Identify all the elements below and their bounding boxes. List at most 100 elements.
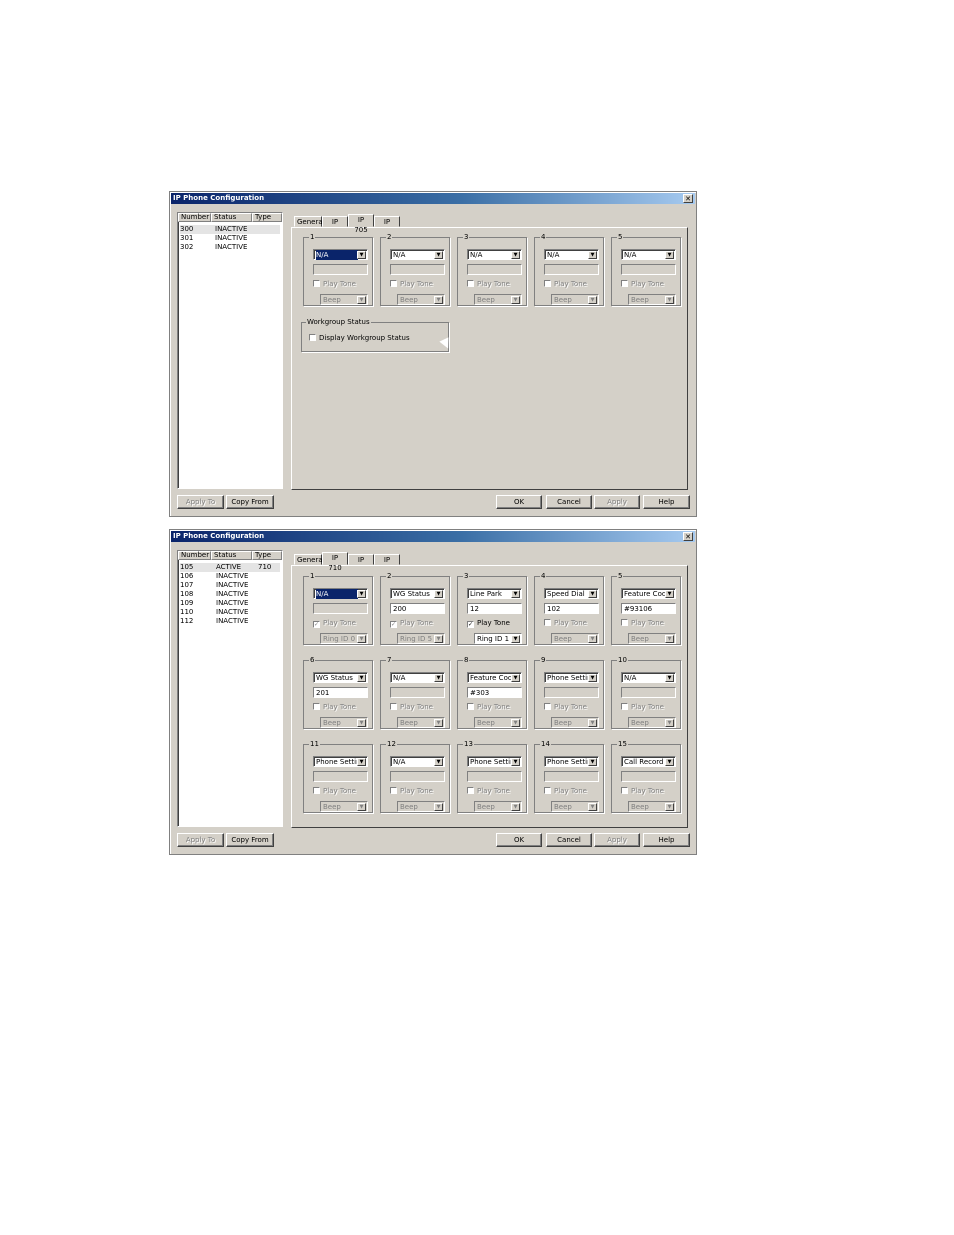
table-row[interactable]: 109 INACTIVE xyxy=(180,599,280,608)
feature-dropdown[interactable]: N/A ▼ xyxy=(390,756,445,767)
chevron-down-icon[interactable]: ▼ xyxy=(357,674,366,682)
tab-ip-600[interactable]: IP 600 xyxy=(374,554,400,574)
table-row[interactable]: 107 INACTIVE xyxy=(180,581,280,590)
chevron-down-icon[interactable]: ▼ xyxy=(357,251,366,259)
feature-dropdown[interactable]: N/A ▼ xyxy=(621,249,676,260)
chevron-down-icon[interactable]: ▼ xyxy=(665,251,674,259)
cancel-button[interactable]: Cancel xyxy=(546,833,592,847)
value-field[interactable]: 102 xyxy=(544,603,599,614)
copy-from-button[interactable]: Copy From xyxy=(226,495,274,509)
ok-button[interactable]: OK xyxy=(496,495,542,509)
tab-general[interactable]: General xyxy=(294,554,325,565)
table-row[interactable]: 300 INACTIVE xyxy=(180,225,280,234)
play-tone-checkbox[interactable]: ✓ Play Tone xyxy=(467,619,510,628)
apply-button[interactable]: Apply xyxy=(594,833,640,847)
feature-dropdown[interactable]: Line Park ▼ xyxy=(467,588,522,599)
apply-to-button[interactable]: Apply To xyxy=(177,495,224,509)
ok-button[interactable]: OK xyxy=(496,833,542,847)
chevron-down-icon[interactable]: ▼ xyxy=(434,590,443,598)
close-icon[interactable]: ✕ xyxy=(683,532,693,541)
chevron-down-icon[interactable]: ▼ xyxy=(665,758,674,766)
chevron-down-icon[interactable]: ▼ xyxy=(434,758,443,766)
tab-ip-705[interactable]: IP 705 xyxy=(348,554,374,574)
chevron-down-icon[interactable]: ▼ xyxy=(665,590,674,598)
feature-dropdown[interactable]: Phone Setting▼ xyxy=(544,756,599,767)
chevron-down-icon[interactable]: ▼ xyxy=(434,251,443,259)
feature-dropdown[interactable]: N/A ▼ xyxy=(313,588,368,599)
feature-dropdown[interactable]: N/A ▼ xyxy=(467,249,522,260)
table-row[interactable]: 106 INACTIVE xyxy=(180,572,280,581)
feature-dropdown[interactable]: Phone Setting▼ xyxy=(544,672,599,683)
value-field[interactable]: 200 xyxy=(390,603,445,614)
feature-dropdown[interactable]: Feature Code ▼ xyxy=(621,588,676,599)
feature-dropdown[interactable]: N/A ▼ xyxy=(390,249,445,260)
tab-ip-600[interactable]: IP 600 xyxy=(374,216,400,236)
apply-to-button[interactable]: Apply To xyxy=(177,833,224,847)
column-header-type[interactable]: Type xyxy=(252,551,282,560)
feature-dropdown[interactable]: Phone Setting▼ xyxy=(467,756,522,767)
feature-dropdown[interactable]: N/A ▼ xyxy=(621,672,676,683)
tab-ip-705[interactable]: IP 705 xyxy=(348,214,374,234)
chevron-down-icon[interactable]: ▼ xyxy=(434,674,443,682)
table-row[interactable]: 108 INACTIVE xyxy=(180,590,280,599)
value-field[interactable]: #93106 xyxy=(621,603,676,614)
chevron-down-icon[interactable]: ▼ xyxy=(588,674,597,682)
column-header-status[interactable]: Status xyxy=(211,213,252,222)
apply-button[interactable]: Apply xyxy=(594,495,640,509)
feature-dropdown[interactable]: WG Status ▼ xyxy=(390,588,445,599)
chevron-down-icon[interactable]: ▼ xyxy=(588,758,597,766)
table-row[interactable]: 302 INACTIVE xyxy=(180,243,280,252)
phone-list[interactable]: Number Status Type 300 INACTIVE 301 INACTI… xyxy=(177,212,283,489)
key-group-7: 7 N/A ▼ Play Tone Beep ▼ xyxy=(380,656,450,729)
value-field[interactable]: 201 xyxy=(313,687,368,698)
cancel-button[interactable]: Cancel xyxy=(546,495,592,509)
close-icon[interactable]: ✕ xyxy=(683,194,693,203)
chevron-down-icon[interactable]: ▼ xyxy=(511,758,520,766)
chevron-down-icon[interactable]: ▼ xyxy=(511,251,520,259)
checkbox-box xyxy=(313,703,320,710)
value-field[interactable]: 12 xyxy=(467,603,522,614)
chevron-down-icon[interactable]: ▼ xyxy=(511,674,520,682)
chevron-down-icon[interactable]: ▼ xyxy=(357,590,366,598)
column-header-number[interactable]: Number xyxy=(178,213,211,222)
table-row[interactable]: 112 INACTIVE xyxy=(180,617,280,626)
chevron-down-icon[interactable]: ▼ xyxy=(588,251,597,259)
feature-dropdown[interactable]: Speed Dial ▼ xyxy=(544,588,599,599)
checkbox-box[interactable] xyxy=(309,334,316,341)
feature-dropdown[interactable]: N/A ▼ xyxy=(313,249,368,260)
feature-dropdown[interactable]: N/A ▼ xyxy=(544,249,599,260)
table-row[interactable]: 110 INACTIVE xyxy=(180,608,280,617)
copy-from-button[interactable]: Copy From xyxy=(226,833,274,847)
tab-general[interactable]: General xyxy=(294,216,325,227)
tone-dropdown[interactable]: Ring ID 1 ▼ xyxy=(474,633,522,644)
tab-ip-710[interactable]: IP 710 xyxy=(322,216,348,236)
column-header-type[interactable]: Type xyxy=(252,213,282,222)
chevron-down-icon[interactable]: ▼ xyxy=(511,635,520,643)
chevron-down-icon[interactable]: ▼ xyxy=(665,674,674,682)
column-header-status[interactable]: Status xyxy=(211,551,252,560)
column-header-number[interactable]: Number xyxy=(178,551,211,560)
chevron-down-icon[interactable]: ▼ xyxy=(511,590,520,598)
table-row[interactable]: 105 ACTIVE 710 xyxy=(180,563,280,572)
tone-dropdown: Beep ▼ xyxy=(628,633,676,644)
feature-dropdown[interactable]: N/A ▼ xyxy=(390,672,445,683)
tone-dropdown: Beep ▼ xyxy=(397,717,445,728)
table-row[interactable]: 301 INACTIVE xyxy=(180,234,280,243)
feature-dropdown[interactable]: WG Status ▼ xyxy=(313,672,368,683)
chevron-down-icon[interactable]: ▼ xyxy=(357,758,366,766)
help-button[interactable]: Help xyxy=(643,495,690,509)
feature-dropdown[interactable]: Feature Code ▼ xyxy=(467,672,522,683)
chevron-down-icon: ▼ xyxy=(434,803,443,811)
display-workgroup-status-checkbox[interactable]: Display Workgroup Status xyxy=(309,334,410,343)
checkmark-icon[interactable]: ✓ xyxy=(467,621,474,628)
feature-dropdown[interactable]: Call Record ▼ xyxy=(621,756,676,767)
help-button[interactable]: Help xyxy=(643,833,690,847)
chevron-down-icon[interactable]: ▼ xyxy=(588,590,597,598)
value-field[interactable]: #303 xyxy=(467,687,522,698)
chevron-down-icon: ▼ xyxy=(588,803,597,811)
phone-list[interactable]: Number Status Type 105 ACTIVE 710 106 INACT… xyxy=(177,550,283,827)
tab-ip-710[interactable]: IP 710 xyxy=(322,552,348,572)
checkbox-box xyxy=(390,787,397,794)
feature-dropdown[interactable]: Phone Setting▼ xyxy=(313,756,368,767)
row-status: INACTIVE xyxy=(216,581,249,589)
